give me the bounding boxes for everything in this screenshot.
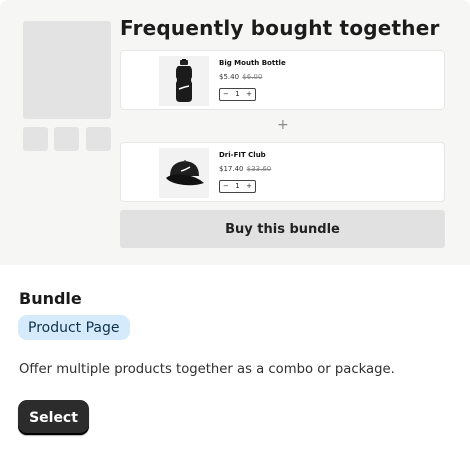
qty-decrement-button[interactable]: − [223,183,229,190]
product-image [159,148,209,198]
cap-icon [166,160,204,186]
thumbnail-placeholder [86,127,111,151]
qty-increment-button[interactable]: + [246,91,252,98]
plus-separator: + [277,117,289,133]
price-row: $17.40 $33.60 [219,165,271,173]
product-image [159,56,209,106]
product-old-price: $6.00 [242,73,263,81]
product-price: $5.40 [219,73,240,81]
water-bottle-icon [176,59,192,102]
bundle-preview-title: Frequently bought together [120,16,440,40]
price-row: $5.40 $6.00 [219,73,262,81]
buy-bundle-button[interactable]: Buy this bundle [120,210,445,248]
product-price: $17.40 [219,165,244,173]
qty-increment-button[interactable]: + [246,183,252,190]
quantity-stepper[interactable]: − 1 + [219,88,256,101]
product-card: Big Mouth Bottle $5.40 $6.00 − 1 + [120,50,445,110]
qty-decrement-button[interactable]: − [223,91,229,98]
thumbnail-placeholder [54,127,79,151]
template-card: Frequently bought together Big Mouth Bot… [0,0,470,456]
template-preview: Frequently bought together Big Mouth Bot… [0,0,470,265]
qty-value: 1 [235,182,240,190]
thumbnail-placeholder [23,127,48,151]
main-image-placeholder [23,21,111,119]
template-description: Offer multiple products together as a co… [19,362,395,377]
template-title: Bundle [19,289,82,308]
select-button[interactable]: Select [18,400,89,435]
product-old-price: $33.60 [246,165,272,173]
page-type-badge: Product Page [18,315,130,340]
product-name: Dri-FIT Club [219,151,266,159]
product-name: Big Mouth Bottle [219,59,286,67]
product-card: Dri-FIT Club $17.40 $33.60 − 1 + [120,142,445,202]
quantity-stepper[interactable]: − 1 + [219,180,256,193]
qty-value: 1 [235,90,240,98]
